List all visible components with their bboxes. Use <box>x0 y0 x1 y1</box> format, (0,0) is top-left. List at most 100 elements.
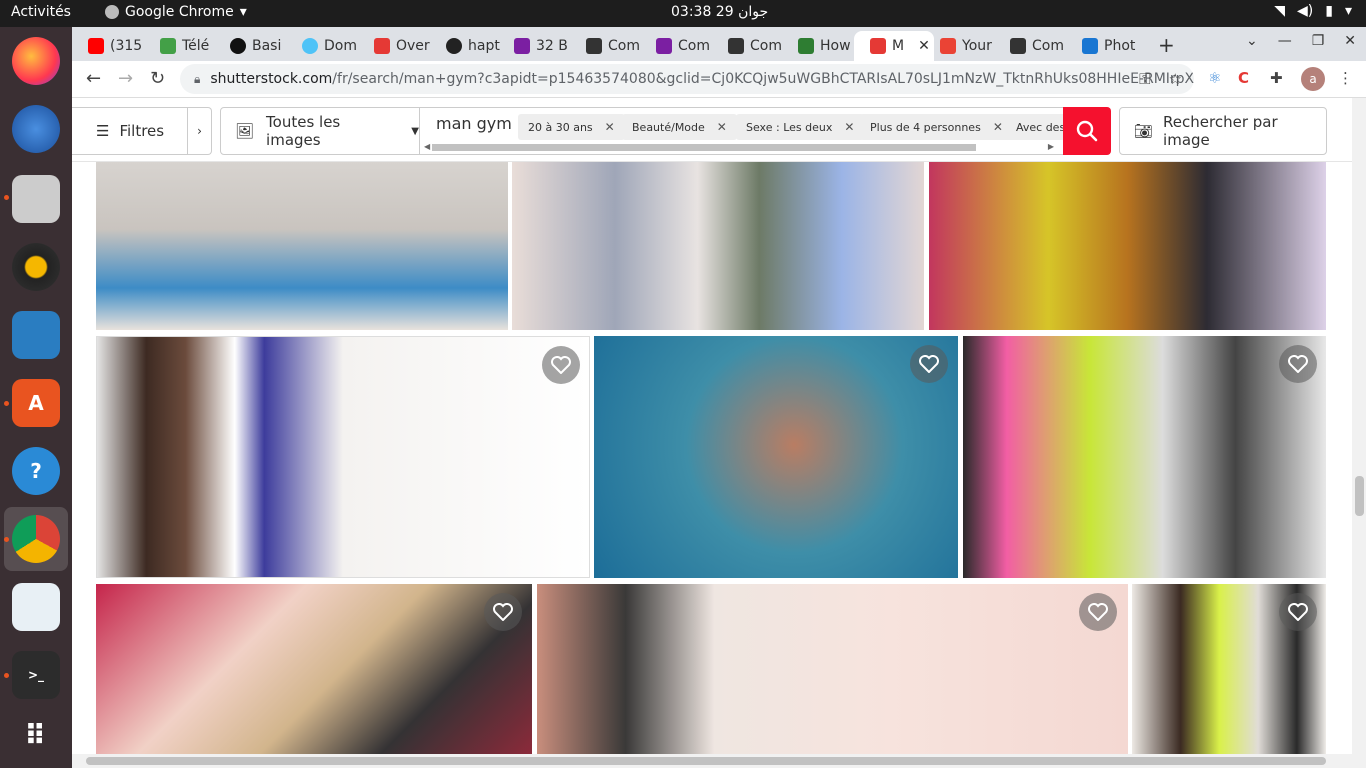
image-icon: 🖼︎ <box>235 122 255 140</box>
browser-tab[interactable]: Your <box>924 31 996 61</box>
filter-chip[interactable]: Beauté/Mode ✕ <box>622 114 737 140</box>
browser-tab-active[interactable]: M ✕ <box>854 31 934 61</box>
search-by-image-button[interactable]: 📷︎ Rechercher par image <box>1119 107 1327 155</box>
files-icon[interactable] <box>12 175 60 223</box>
tab-title: Com <box>750 38 782 54</box>
browser-tab[interactable]: Com <box>570 31 642 61</box>
tab-title: hapt <box>468 38 500 54</box>
software-center-icon[interactable]: A <box>12 379 60 427</box>
download-icon <box>160 38 176 54</box>
browser-tab[interactable]: Dom <box>286 31 358 61</box>
browser-tab[interactable]: (315 <box>72 31 144 61</box>
close-icon[interactable]: ✕ <box>717 120 727 134</box>
page-horizontal-scrollbar[interactable] <box>72 754 1366 768</box>
search-by-image-label: Rechercher par image <box>1163 113 1278 149</box>
favorite-button[interactable] <box>1279 593 1317 631</box>
key-icon[interactable]: ⚿ <box>1139 70 1150 88</box>
react-devtools-icon[interactable]: ⚛ <box>1208 69 1221 87</box>
favorite-button[interactable] <box>1279 345 1317 383</box>
image-result-woman-towel[interactable] <box>96 336 590 578</box>
image-result-pool-friends[interactable] <box>594 336 958 578</box>
filter-chip[interactable]: 20 à 30 ans ✕ <box>518 114 625 140</box>
menu-kebab-icon[interactable]: ⋮ <box>1338 69 1353 87</box>
scroll-right-icon[interactable]: ▶ <box>1048 142 1054 151</box>
extensions-puzzle-icon[interactable]: ✚ <box>1270 69 1283 87</box>
image-result-situps[interactable] <box>96 584 532 754</box>
rhythmbox-icon[interactable] <box>12 243 60 291</box>
firefox-icon[interactable] <box>12 37 60 85</box>
close-window-icon[interactable]: ✕ <box>1344 33 1356 49</box>
scrollbar-thumb[interactable] <box>1355 476 1364 516</box>
back-icon[interactable]: ← <box>86 68 101 89</box>
image-result-spinning-class[interactable] <box>963 336 1326 578</box>
filter-chip[interactable]: Sexe : Les deux ✕ <box>736 114 865 140</box>
filters-button[interactable]: ☰ Filtres › <box>72 107 212 155</box>
address-bar[interactable]: 🔒︎ shutterstock.com/fr/search/man+gym?c3… <box>180 64 1194 94</box>
reload-icon[interactable]: ↻ <box>150 68 165 89</box>
bookmark-star-icon[interactable]: ☆ <box>1169 70 1182 88</box>
chips-scrollbar[interactable]: ◀ ▶ <box>424 142 1054 151</box>
image-result-hiphop-dancers[interactable] <box>929 162 1326 330</box>
scrollbar-thumb[interactable] <box>86 757 1326 765</box>
close-icon[interactable]: ✕ <box>844 120 854 134</box>
image-viewer-icon[interactable] <box>12 583 60 631</box>
colorlib-icon <box>656 38 672 54</box>
help-icon[interactable]: ? <box>12 447 60 495</box>
scrollbar-thumb[interactable] <box>432 144 976 151</box>
close-icon[interactable]: ✕ <box>993 120 1003 134</box>
activities-button[interactable]: Activités <box>11 4 71 20</box>
maximize-icon[interactable]: ❐ <box>1312 33 1325 49</box>
search-input[interactable]: man gym 20 à 30 ans ✕ Beauté/Mode ✕ Sexe :… <box>420 107 1063 155</box>
terminal-icon[interactable]: >_ <box>12 651 60 699</box>
image-result-bike-riders[interactable] <box>1132 584 1326 754</box>
lock-icon: 🔒︎ <box>194 71 201 86</box>
battery-icon: ▮ <box>1325 3 1333 19</box>
browser-tab[interactable]: Over <box>358 31 430 61</box>
system-tray[interactable]: ◥ ◀) ▮ ▾ <box>1274 3 1352 19</box>
image-result-gym-blurred[interactable] <box>537 584 1128 754</box>
app-grid-icon[interactable]: ⠿ <box>12 711 60 759</box>
thunderbird-icon[interactable] <box>12 105 60 153</box>
sliders-icon: ☰ <box>96 122 110 140</box>
image-type-select[interactable]: 🖼︎ Toutes les images ▼ <box>220 107 420 155</box>
profile-avatar[interactable]: a <box>1301 67 1325 91</box>
volume-icon: ◀) <box>1297 3 1314 19</box>
browser-tab[interactable]: Com <box>994 31 1066 61</box>
image-result-yoga-class[interactable] <box>96 162 508 330</box>
app-menu[interactable]: Google Chrome ▾ <box>105 4 247 20</box>
browser-tab[interactable]: 32 B <box>498 31 570 61</box>
page-vertical-scrollbar[interactable] <box>1352 98 1366 754</box>
browser-tab[interactable]: Com <box>640 31 712 61</box>
favorite-button[interactable] <box>484 593 522 631</box>
search-query: man gym <box>436 114 512 133</box>
chrome-icon[interactable] <box>12 515 60 563</box>
scroll-left-icon[interactable]: ◀ <box>424 142 430 151</box>
running-indicator <box>4 673 9 678</box>
colorzilla-icon[interactable]: C <box>1238 69 1249 87</box>
browser-tab[interactable]: How <box>782 31 854 61</box>
favorite-button[interactable] <box>542 346 580 384</box>
favorite-button[interactable] <box>910 345 948 383</box>
camera-icon: 📷︎ <box>1134 122 1154 140</box>
url-domain: shutterstock.com <box>210 71 333 87</box>
new-tab-button[interactable]: + <box>1158 33 1175 57</box>
image-result-dance-class[interactable] <box>512 162 924 330</box>
browser-tab[interactable]: hapt <box>430 31 502 61</box>
favorite-button[interactable] <box>1079 593 1117 631</box>
filter-chip[interactable]: Plus de 4 personnes ✕ <box>860 114 1013 140</box>
search-button[interactable] <box>1063 107 1111 155</box>
browser-tab[interactable]: Basi <box>214 31 286 61</box>
clock[interactable]: 03:38 جوان 29 <box>671 4 768 20</box>
filters-label: Filtres <box>119 122 165 140</box>
chevron-right-icon[interactable]: › <box>187 108 211 154</box>
minimize-icon[interactable]: — <box>1278 33 1292 49</box>
browser-tab[interactable]: Phot <box>1066 31 1138 61</box>
libreoffice-writer-icon[interactable] <box>12 311 60 359</box>
browser-tab[interactable]: Com <box>712 31 784 61</box>
tab-search-icon[interactable]: ⌄ <box>1246 33 1258 49</box>
browser-tab[interactable]: Télé <box>144 31 214 61</box>
forward-icon[interactable]: → <box>118 68 133 89</box>
browser-toolbar: ← → ↻ 🔒︎ shutterstock.com/fr/search/man+… <box>72 61 1366 98</box>
close-icon[interactable]: ✕ <box>605 120 615 134</box>
filter-chip[interactable]: Avec des <box>1006 114 1063 140</box>
